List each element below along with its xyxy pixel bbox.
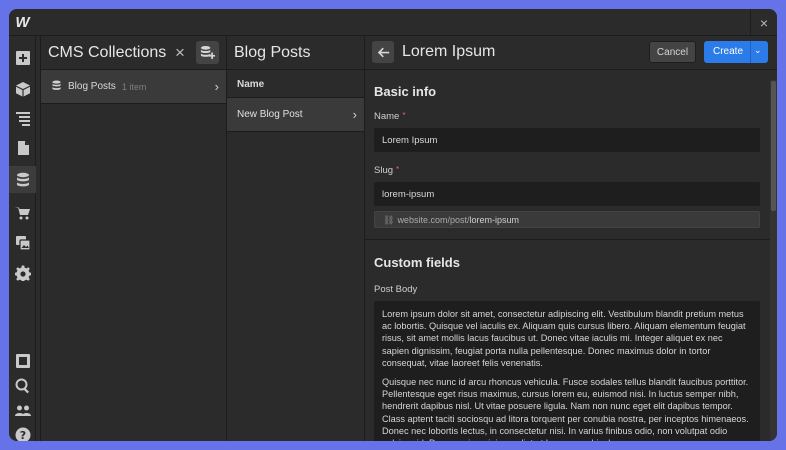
cms-collections-panel: CMS Collections × Blog Posts 1 item › <box>41 36 227 441</box>
assets-icon[interactable] <box>9 229 36 256</box>
settings-icon[interactable] <box>9 259 36 286</box>
post-item-new-blog-post[interactable]: New Blog Post › <box>227 98 364 132</box>
chevron-down-icon[interactable]: ⌄ <box>754 45 762 56</box>
back-button[interactable] <box>372 41 394 63</box>
collections-header: CMS Collections × <box>41 36 226 70</box>
ecommerce-icon[interactable] <box>9 199 36 226</box>
posts-header: Blog Posts <box>227 36 364 70</box>
slug-field[interactable]: lorem-ipsum <box>374 182 760 206</box>
chevron-right-icon: › <box>352 107 357 122</box>
blog-posts-panel: Blog Posts Name New Blog Post › <box>227 36 365 441</box>
close-collections-button[interactable]: × <box>175 43 185 63</box>
name-label: Name * <box>374 111 405 122</box>
post-body-label: Post Body <box>374 284 418 295</box>
add-icon[interactable] <box>9 44 36 71</box>
add-database-icon <box>200 45 215 60</box>
editor-scrollbar-thumb[interactable] <box>771 81 776 211</box>
post-body-paragraph: Lorem ipsum dolor sit amet, consectetur … <box>382 309 746 368</box>
item-editor-panel: Lorem Ipsum Cancel Create ⌄ Basic info N… <box>365 36 777 441</box>
webflow-editor-window: W × ? CMS Collections × Blog Posts 1 ite… <box>9 9 777 441</box>
post-body-paragraph: Quisque nec nunc id arcu rhoncus vehicul… <box>382 377 749 441</box>
collection-count: 1 item <box>121 81 147 92</box>
url-preview: ⛓ website.com/post/lorem-ipsum <box>374 211 760 228</box>
webflow-logo[interactable]: W <box>13 13 31 31</box>
box-icon[interactable] <box>9 75 36 102</box>
post-body-editor[interactable]: Lorem ipsum dolor sit amet, consectetur … <box>374 301 760 441</box>
basic-info-title: Basic info <box>374 84 437 99</box>
slug-label: Slug * <box>374 165 399 176</box>
basic-info-section: Basic info Name * Lorem Ipsum Slug * lorem… <box>365 70 770 240</box>
name-label-text: Name <box>374 111 400 122</box>
help-icon[interactable]: ? <box>9 421 36 441</box>
editor-header: Lorem Ipsum Cancel Create ⌄ <box>365 36 777 70</box>
arrow-left-icon <box>377 47 389 57</box>
required-mark: * <box>402 111 406 120</box>
preview-icon[interactable] <box>9 347 36 374</box>
url-slug: lorem-ipsum <box>469 215 519 225</box>
posts-title: Blog Posts <box>234 44 311 61</box>
custom-fields-title: Custom fields <box>374 255 460 270</box>
svg-text:?: ? <box>19 429 25 442</box>
url-prefix: website.com/post/ <box>397 215 470 225</box>
search-icon[interactable] <box>9 372 36 399</box>
navigator-icon[interactable] <box>9 104 36 131</box>
create-button[interactable]: Create ⌄ <box>704 41 768 63</box>
top-bar: W × <box>9 9 777 36</box>
collection-item-blog-posts[interactable]: Blog Posts 1 item › <box>41 70 226 104</box>
slug-label-text: Slug <box>374 165 394 176</box>
name-column-header[interactable]: Name <box>227 70 364 98</box>
users-icon[interactable] <box>9 397 36 424</box>
collections-title: CMS Collections <box>48 44 167 61</box>
create-label: Create <box>713 46 744 57</box>
name-field[interactable]: Lorem Ipsum <box>374 128 760 152</box>
database-icon <box>51 78 62 96</box>
custom-fields-section: Custom fields Post Body Lorem ipsum dolo… <box>365 241 770 441</box>
close-window-button[interactable]: × <box>750 9 777 36</box>
add-collection-button[interactable] <box>196 41 219 64</box>
create-divider <box>750 41 751 63</box>
left-toolbar: ? <box>9 36 36 441</box>
chevron-right-icon: › <box>214 79 219 94</box>
required-mark: * <box>396 165 400 174</box>
pages-icon[interactable] <box>9 134 36 161</box>
cancel-button[interactable]: Cancel <box>649 41 696 63</box>
post-name: New Blog Post <box>237 109 303 120</box>
collection-name: Blog Posts <box>68 81 116 92</box>
link-icon: ⛓ <box>383 215 395 225</box>
editor-title: Lorem Ipsum <box>402 43 496 60</box>
cms-icon[interactable] <box>9 166 36 193</box>
